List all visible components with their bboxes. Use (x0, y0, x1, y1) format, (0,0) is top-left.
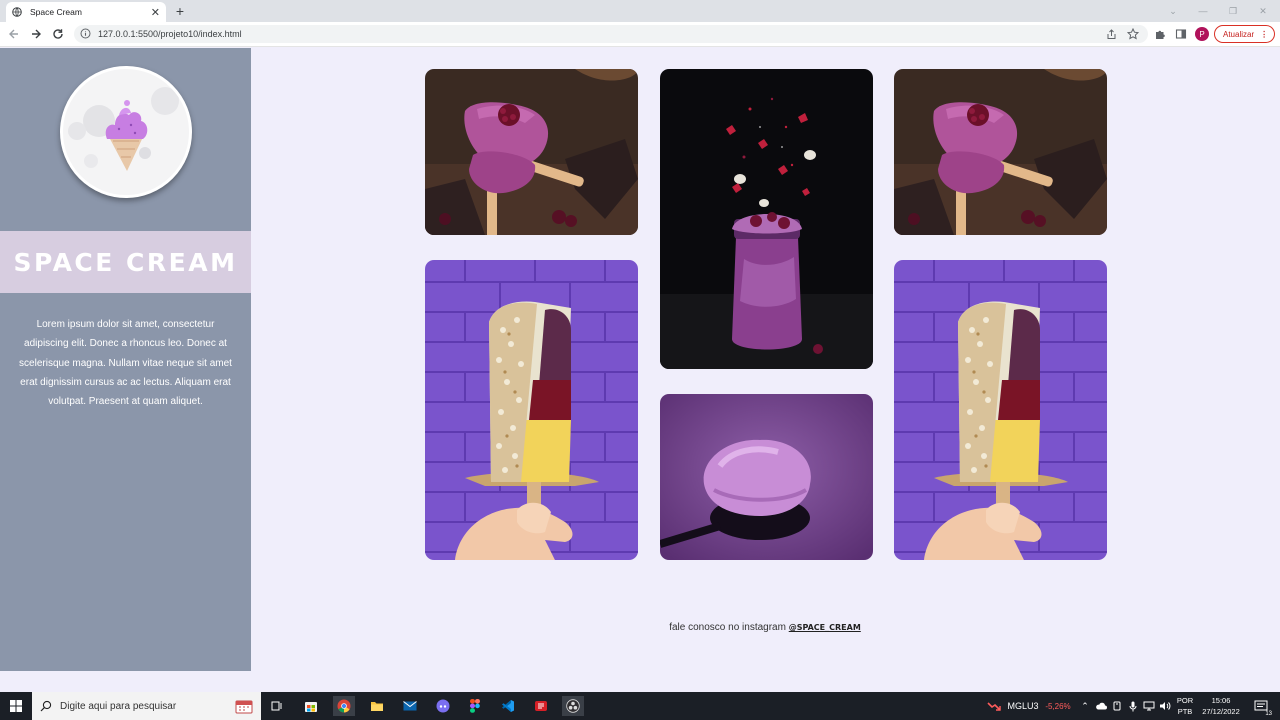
footer-note: fale conosco no instagram @SPACE_CREAM (0, 622, 1280, 633)
clock-time: 15:06 (1211, 696, 1231, 705)
chrome-icon[interactable] (333, 696, 355, 716)
mail-icon[interactable] (399, 696, 421, 716)
input-language[interactable]: POR PTB (1172, 695, 1198, 717)
start-button[interactable] (0, 692, 32, 720)
stock-name: MGLU3 (1007, 701, 1039, 711)
tab-title: Space Cream (30, 7, 82, 17)
gallery-photo-nut-popsicle-left[interactable] (425, 260, 638, 560)
browser-toolbar: 127.0.0.1:5500/projeto10/index.html P At… (0, 22, 1280, 47)
forward-icon[interactable] (27, 25, 45, 43)
network-icon[interactable] (1142, 692, 1156, 720)
browser-tabstrip: Space Cream ✕ + ⌄ — ❐ ✕ (0, 0, 1280, 22)
new-tab-button[interactable]: + (172, 2, 188, 20)
windows-logo-icon (10, 700, 22, 712)
instagram-link[interactable]: @SPACE_CREAM (789, 623, 861, 632)
stock-trend-icon[interactable] (984, 692, 1004, 720)
system-clock[interactable]: 15:06 27/12/2022 (1196, 695, 1246, 717)
bookmark-star-icon[interactable] (1126, 27, 1140, 41)
file-explorer-icon[interactable] (366, 696, 388, 716)
cloud-icon[interactable] (1094, 692, 1108, 720)
obs-icon[interactable] (562, 696, 584, 716)
task-view-icon[interactable] (266, 696, 288, 716)
clock-date: 27/12/2022 (1202, 707, 1240, 716)
gallery-photo-berry-popsicle-right[interactable] (894, 69, 1107, 235)
reload-icon[interactable] (49, 25, 67, 43)
minimize-icon[interactable]: — (1188, 0, 1218, 22)
back-icon[interactable] (5, 25, 23, 43)
taskbar-search[interactable]: Digite aqui para pesquisar (32, 692, 261, 720)
microphone-icon[interactable] (1126, 692, 1140, 720)
discord-icon[interactable] (432, 696, 454, 716)
windows-taskbar: Digite aqui para pesquisar MGLU3 -5,26% … (0, 692, 1280, 720)
side-panel-icon[interactable] (1173, 26, 1189, 42)
stock-change: -5,26% (1045, 701, 1071, 711)
anydesk-icon[interactable] (530, 696, 552, 716)
brand-band: SPACE CREAM (0, 231, 251, 293)
figma-icon[interactable] (464, 696, 486, 716)
gallery-photo-nut-popsicle-right[interactable] (894, 260, 1107, 560)
brand-description: Lorem ipsum dolor sit amet, consectetur … (19, 319, 232, 408)
ms-store-icon[interactable] (300, 696, 322, 716)
notification-center-icon[interactable]: 13 (1250, 692, 1272, 720)
profile-avatar[interactable]: P (1195, 27, 1209, 41)
share-icon[interactable] (1104, 27, 1118, 41)
browser-tab[interactable]: Space Cream ✕ (6, 2, 166, 22)
tab-close-icon[interactable]: ✕ (151, 6, 160, 19)
update-button[interactable]: Atualizar ⋮ (1214, 25, 1275, 43)
device-icon[interactable] (1110, 692, 1124, 720)
gallery-photo-berry-milkshake-jar[interactable] (660, 69, 873, 369)
footer-text: fale conosco no instagram (669, 622, 789, 633)
more-menu-icon: ⋮ (1260, 29, 1269, 39)
volume-icon[interactable] (1158, 692, 1172, 720)
gallery-photo-scoop-on-spoon[interactable] (660, 394, 873, 560)
logo (60, 66, 192, 198)
search-placeholder: Digite aqui para pesquisar (60, 700, 177, 712)
notification-count: 13 (1265, 711, 1272, 717)
restore-icon[interactable]: ❐ (1218, 0, 1248, 22)
site-info-icon[interactable] (80, 28, 92, 40)
gallery-photo-berry-popsicle-left[interactable] (425, 69, 638, 235)
address-bar[interactable]: 127.0.0.1:5500/projeto10/index.html (74, 25, 1148, 43)
search-icon (40, 700, 52, 712)
brand-title: SPACE CREAM (13, 247, 238, 277)
tray-chevron-up-icon[interactable]: ⌃ (1078, 692, 1092, 720)
close-window-icon[interactable]: ✕ (1248, 0, 1278, 22)
extensions-icon[interactable] (1152, 26, 1168, 42)
vscode-icon[interactable] (497, 696, 519, 716)
url-text: 127.0.0.1:5500/projeto10/index.html (98, 29, 242, 39)
window-menu-icon[interactable]: ⌄ (1158, 0, 1188, 22)
update-label: Atualizar (1223, 29, 1255, 39)
calendar-icon (233, 697, 255, 715)
globe-icon (12, 7, 22, 17)
sidebar: SPACE CREAM Lorem ipsum dolor sit amet, … (0, 48, 251, 671)
